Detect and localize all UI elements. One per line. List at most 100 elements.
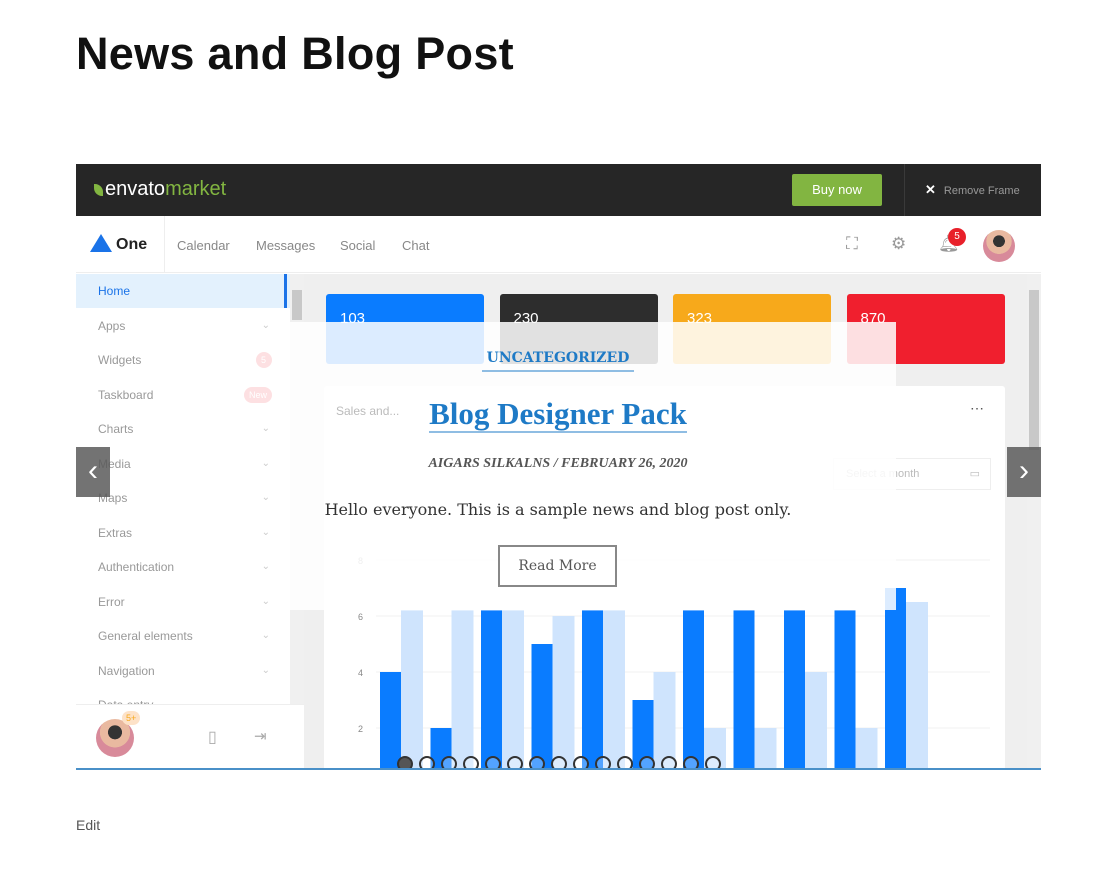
chevron-right-icon: ›	[1019, 454, 1029, 487]
sidebar-item-label: Navigation	[98, 663, 155, 678]
sidebar-item[interactable]: Authentication ⌄	[76, 550, 290, 584]
slider-dot[interactable]	[441, 756, 457, 768]
chevron-down-icon: ⌄	[261, 595, 270, 607]
nav-messages[interactable]: Messages	[256, 238, 315, 253]
remove-frame-label: Remove Frame	[943, 185, 1020, 197]
chevron-left-icon: ‹	[88, 454, 98, 487]
leaf-icon	[94, 184, 103, 196]
chevron-down-icon: ⌄	[261, 492, 270, 503]
nav-chat[interactable]: Chat	[402, 238, 429, 253]
slider-prev-button[interactable]: ‹	[76, 447, 110, 497]
slider-dot[interactable]	[507, 756, 523, 768]
envato-frame-bar: envatomarket Buy now ✕ Remove Frame	[76, 164, 1041, 216]
meta-separator: /	[553, 456, 558, 471]
buy-now-button[interactable]: Buy now	[792, 174, 882, 206]
slider-dot[interactable]	[485, 756, 501, 768]
bar-dark	[885, 588, 906, 768]
sidebar-item-label: Authentication	[98, 560, 175, 574]
sidebar-item[interactable]: Extras ⌄	[76, 516, 290, 550]
slider-dot[interactable]	[617, 756, 633, 768]
slider-dot[interactable]	[661, 756, 677, 768]
sidebar-item[interactable]: Navigation ⌄	[76, 654, 290, 688]
bar-dark	[481, 610, 502, 768]
bar-dark	[733, 610, 755, 768]
notification-badge: 5	[948, 228, 966, 246]
slider-pagination	[397, 756, 721, 768]
nav-calendar[interactable]: Calendar	[177, 238, 230, 253]
post-date: FEBRUARY 26, 2020	[561, 456, 688, 471]
sidebar-item[interactable]: Charts ⌄	[76, 412, 290, 446]
sidebar-item[interactable]: Apps ⌄	[76, 309, 290, 343]
user-avatar[interactable]	[983, 230, 1015, 262]
slider-dot[interactable]	[683, 756, 699, 768]
slider-dot[interactable]	[529, 756, 545, 768]
post-title-link[interactable]: Blog Designer Pack	[429, 396, 687, 433]
chevron-down-icon: ⌄	[261, 423, 270, 434]
nav-social[interactable]: Social	[340, 238, 375, 253]
sidebar-item[interactable]: General elements ⌄	[76, 619, 290, 653]
bar-light	[451, 610, 474, 768]
post-excerpt: Hello everyone. This is a sample news an…	[324, 500, 792, 519]
slider-dot[interactable]	[419, 756, 435, 768]
bar-light	[401, 610, 423, 768]
bar-light	[805, 672, 827, 768]
bar-light	[552, 616, 575, 768]
gear-icon[interactable]: ⚙	[891, 234, 906, 254]
sidebar-scroll-thumb[interactable]	[292, 290, 302, 320]
fullscreen-icon[interactable]: ⛶	[846, 234, 858, 254]
bar-light	[906, 602, 928, 768]
sidebar-item-label: Extras	[98, 525, 133, 540]
chevron-down-icon: ⌄	[261, 457, 270, 469]
chevron-down-icon: ⌄	[261, 664, 270, 676]
slider-dot[interactable]	[397, 756, 413, 768]
envato-logo[interactable]: envatomarket	[94, 178, 226, 201]
logout-icon[interactable]: ⇥	[254, 727, 267, 745]
sidebar-item-label: General elements	[98, 629, 193, 643]
slider-next-button[interactable]: ›	[1007, 447, 1041, 497]
sidebar-item-label: Taskboard	[98, 387, 154, 402]
bar-light	[754, 728, 777, 768]
active-indicator	[284, 274, 287, 308]
slider-dot[interactable]	[639, 756, 655, 768]
chevron-down-icon: ⌄	[261, 561, 270, 572]
sidebar-item-label: Charts	[98, 422, 134, 436]
chevron-down-icon: ⌄	[261, 630, 270, 641]
sidebar-item[interactable]: Error ⌄	[76, 585, 290, 619]
tablet-icon[interactable]: ▯	[208, 727, 217, 747]
chevron-down-icon: ⌄	[261, 319, 270, 331]
slider-dot[interactable]	[595, 756, 611, 768]
sidebar-item[interactable]: Home	[76, 274, 290, 308]
edit-link[interactable]: Edit	[76, 817, 100, 833]
slider-dot[interactable]	[573, 756, 589, 768]
sidebar: Home Apps ⌄ Widgets 5 Taskboard New Charts ⌄ Medi…	[76, 274, 290, 768]
close-icon: ✕	[925, 182, 936, 197]
y-tick-label: 2	[358, 724, 363, 734]
bar-light	[855, 728, 878, 768]
slider-dot[interactable]	[705, 756, 721, 768]
read-more-button[interactable]: Read More	[498, 545, 617, 587]
sidebar-item-label: Widgets	[98, 353, 142, 367]
y-tick-label: 6	[358, 612, 363, 622]
logo-text-market: market	[165, 178, 227, 200]
chart-card-title: Sales and...	[336, 404, 400, 418]
post-meta: AIGARS SILKALNS / FEBRUARY 26, 2020	[328, 456, 788, 472]
bar-dark	[531, 644, 553, 768]
post-author[interactable]: AIGARS SILKALNS	[428, 456, 550, 471]
bar-dark	[784, 610, 805, 768]
chevron-down-icon: ⌄	[261, 526, 270, 538]
user-badge: 5+	[122, 711, 141, 725]
app-brand[interactable]: One	[90, 234, 147, 254]
sidebar-item[interactable]: Widgets 5	[76, 343, 290, 377]
post-category[interactable]: UNCATEGORIZED	[482, 350, 634, 372]
remove-frame-button[interactable]: ✕ Remove Frame	[904, 164, 1020, 216]
sidebar-item[interactable]: Taskboard New	[76, 378, 290, 412]
slider-dot[interactable]	[551, 756, 567, 768]
main-scroll-thumb[interactable]	[1029, 290, 1039, 450]
slider-dot[interactable]	[463, 756, 479, 768]
bar-light	[603, 610, 625, 768]
app-header: One Calendar Messages Social Chat ⛶ ⚙ 🔔︎…	[76, 216, 1041, 273]
logo-text: envato	[105, 178, 166, 200]
post-title[interactable]: Blog Designer Pack	[348, 396, 768, 433]
page-title: News and Blog Post	[76, 28, 514, 79]
header-divider	[164, 216, 165, 272]
